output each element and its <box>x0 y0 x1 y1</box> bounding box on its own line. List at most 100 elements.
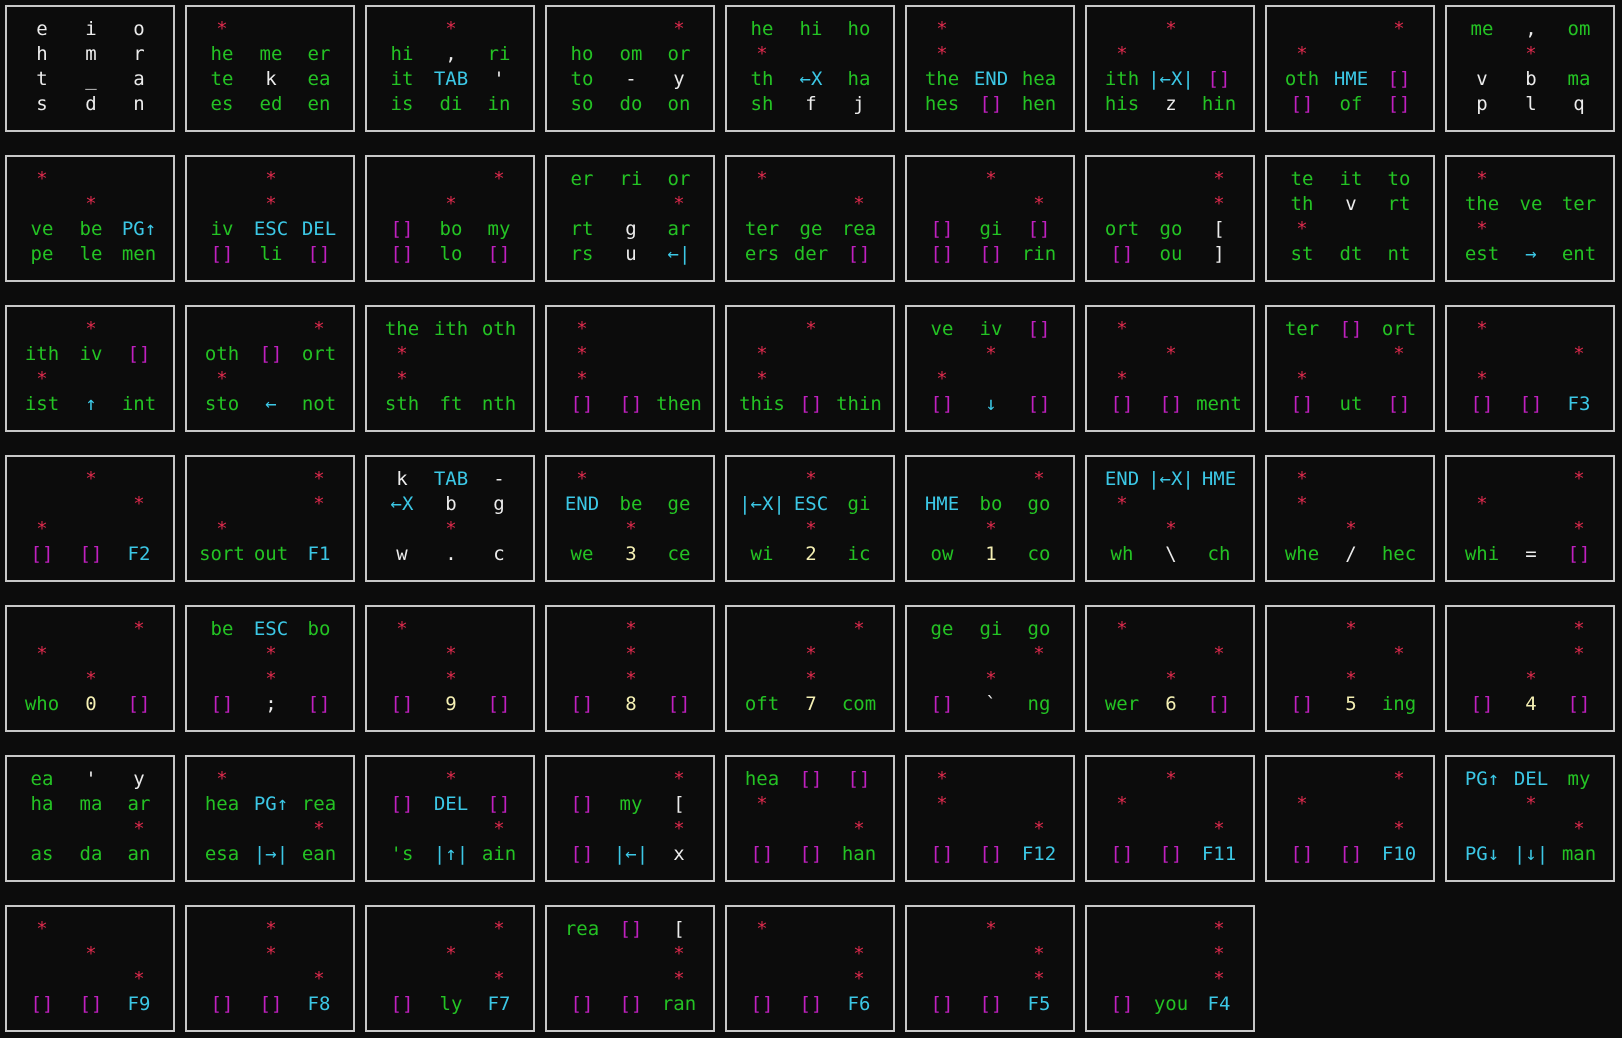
star-marker: * <box>216 368 228 390</box>
empty-slot <box>738 467 786 492</box>
key-label: oft <box>744 693 780 715</box>
empty-slot <box>738 667 786 692</box>
empty-slot <box>1098 192 1146 217</box>
key-label: ment <box>1196 393 1242 415</box>
key-label: ma <box>1567 68 1591 90</box>
empty-slot <box>655 367 703 392</box>
key-label: ri <box>487 43 511 65</box>
star-marker: * <box>1165 768 1177 790</box>
star-marker: * <box>805 468 817 490</box>
empty-slot <box>247 517 295 542</box>
key-label: [] <box>210 993 234 1015</box>
key-label: ea <box>30 768 54 790</box>
key-label: F9 <box>127 993 151 1015</box>
empty-slot <box>427 967 475 992</box>
key-label: [] <box>1567 543 1591 565</box>
empty-slot <box>1147 42 1195 67</box>
key-label: hec <box>1381 543 1417 565</box>
key-label: [] <box>390 218 414 240</box>
key-label: gi <box>979 618 1003 640</box>
star-marker: * <box>1033 968 1045 990</box>
key-label: → <box>1525 243 1537 265</box>
key-label: |←X| <box>739 493 785 515</box>
key-label: [] <box>570 843 594 865</box>
key-label: iv <box>210 218 234 240</box>
key-label: m <box>85 43 97 65</box>
key-label: sh <box>750 93 774 115</box>
key-card: * HME bo go * ow 1 co <box>905 455 1075 582</box>
key-label: ow <box>930 543 954 565</box>
empty-slot <box>835 342 883 367</box>
empty-slot <box>198 917 246 942</box>
empty-slot <box>247 967 295 992</box>
star-marker: * <box>36 643 48 665</box>
star-marker: * <box>85 468 97 490</box>
key-label: le <box>79 243 103 265</box>
empty-slot <box>18 667 66 692</box>
empty-slot <box>558 667 606 692</box>
empty-slot <box>787 192 835 217</box>
key-card: * END be ge * we 3 ce <box>545 455 715 582</box>
key-label: pe <box>30 243 54 265</box>
empty-slot <box>1015 917 1063 942</box>
key-label: ar <box>127 793 151 815</box>
key-label: o <box>133 18 145 40</box>
empty-slot <box>475 517 523 542</box>
key-label: g <box>625 218 637 240</box>
key-label: bo <box>979 493 1003 515</box>
key-label: [] <box>390 793 414 815</box>
star-marker: * <box>1296 468 1308 490</box>
key-label: hea <box>204 793 240 815</box>
empty-slot <box>738 967 786 992</box>
empty-slot <box>1507 342 1555 367</box>
star-marker: * <box>805 518 817 540</box>
empty-slot <box>1015 17 1063 42</box>
key-label: ' <box>85 768 97 790</box>
key-label: ↓ <box>985 393 997 415</box>
empty-slot <box>1098 967 1146 992</box>
star-marker: * <box>936 43 948 65</box>
key-label: [] <box>1207 693 1231 715</box>
key-label: ean <box>301 843 337 865</box>
star-marker: * <box>853 618 865 640</box>
empty-slot <box>67 517 115 542</box>
empty-slot <box>1278 767 1326 792</box>
key-label: [] <box>1159 393 1183 415</box>
empty-slot <box>295 767 343 792</box>
empty-slot <box>18 617 66 642</box>
key-label: [] <box>1339 318 1363 340</box>
key-label: F4 <box>1207 993 1231 1015</box>
empty-slot <box>427 917 475 942</box>
key-label: [] <box>930 218 954 240</box>
empty-slot <box>835 517 883 542</box>
empty-slot <box>1147 967 1195 992</box>
empty-slot <box>1195 667 1243 692</box>
key-label: [] <box>1027 393 1051 415</box>
empty-slot <box>655 317 703 342</box>
empty-slot <box>67 967 115 992</box>
empty-slot <box>607 192 655 217</box>
star-marker: * <box>1345 518 1357 540</box>
key-label: , <box>445 43 457 65</box>
empty-slot <box>1147 917 1195 942</box>
star-marker: * <box>756 918 768 940</box>
empty-slot <box>378 17 426 42</box>
empty-slot <box>115 317 163 342</box>
key-label: b <box>445 493 457 515</box>
star-marker: * <box>756 168 768 190</box>
key-label: sth <box>384 393 420 415</box>
empty-slot <box>198 467 246 492</box>
star-marker: * <box>1573 468 1585 490</box>
key-label: not <box>301 393 337 415</box>
key-label: [] <box>487 693 511 715</box>
key-label: ith <box>24 343 60 365</box>
empty-slot <box>67 642 115 667</box>
empty-slot <box>918 817 966 842</box>
empty-slot <box>655 667 703 692</box>
empty-slot <box>1278 667 1326 692</box>
empty-slot <box>655 617 703 642</box>
empty-slot <box>967 942 1015 967</box>
key-label: ar <box>667 218 691 240</box>
empty-slot <box>67 367 115 392</box>
key-label: v <box>1476 68 1488 90</box>
